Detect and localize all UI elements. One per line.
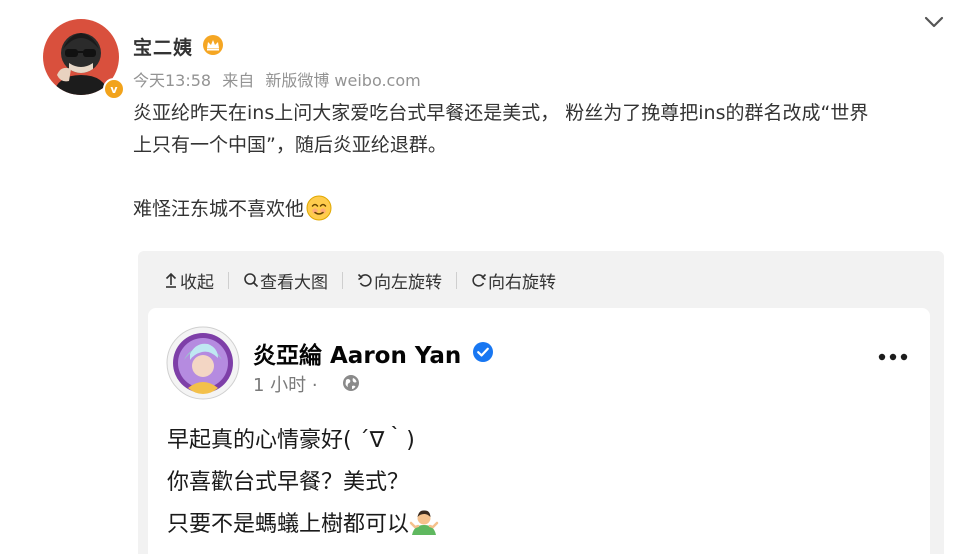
view-large-button[interactable]: 查看大图	[243, 268, 328, 293]
rotate-right-label: 向右旋转	[488, 272, 556, 293]
embedded-line-2: 你喜歡台式早餐？美式？	[167, 470, 410, 495]
author-name[interactable]: 宝二姨	[133, 33, 193, 60]
verified-check-icon	[473, 342, 493, 362]
embedded-author-name: 炎亞綸 Aaron Yan	[253, 343, 462, 369]
magnifier-icon	[244, 273, 259, 288]
verified-badge-icon: v	[103, 78, 125, 100]
post-time[interactable]: 今天13:58	[133, 71, 211, 90]
toolbar-divider	[456, 271, 457, 289]
rotate-left-button[interactable]: 向左旋转	[357, 268, 442, 293]
author-avatar[interactable]: v	[43, 19, 125, 100]
more-options-icon	[878, 353, 908, 361]
collapse-button[interactable]: 收起	[163, 268, 214, 293]
embedded-post-time: 1 小时 ·	[253, 375, 318, 396]
post-meta: 今天13:58 来自 新版微博 weibo.com	[133, 67, 427, 91]
source-prefix: 来自	[222, 71, 255, 90]
embedded-post-text: 早起真的心情豪好( ´∇｀) 你喜歡台式早餐？美式？ 只要不是螞蟻上樹都可以	[167, 420, 439, 546]
smile-emoji-icon	[306, 195, 332, 221]
content-line-1: 炎亚纶昨天在ins上问大家爱吃台式早餐还是美式， 粉丝为了挽尊把ins的群名改成…	[133, 102, 869, 124]
embedded-author-avatar	[166, 326, 240, 400]
toolbar-divider	[342, 271, 343, 289]
toolbar-divider	[228, 271, 229, 289]
image-toolbar: 收起 查看大图 向左旋转 向右旋转	[163, 268, 556, 293]
embedded-line-1: 早起真的心情豪好( ´∇｀)	[167, 428, 415, 453]
content-line-2: 上只有一个中国”，随后炎亚纶退群。	[133, 134, 447, 156]
post-source[interactable]: 新版微博 weibo.com	[265, 71, 420, 90]
post-content: 炎亚纶昨天在ins上问大家爱吃台式早餐还是美式， 粉丝为了挽尊把ins的群名改成…	[133, 97, 943, 225]
crown-icon[interactable]	[202, 34, 224, 56]
view-large-label: 查看大图	[260, 272, 328, 293]
globe-icon	[343, 375, 359, 391]
rotate-right-icon	[472, 273, 487, 287]
embedded-line-3: 只要不是螞蟻上樹都可以	[167, 504, 439, 546]
embedded-line-3-text: 只要不是螞蟻上樹都可以	[167, 512, 410, 537]
arrow-up-icon	[165, 272, 177, 288]
rotate-right-button[interactable]: 向右旋转	[471, 268, 556, 293]
content-line-3-text: 难怪汪东城不喜欢他	[133, 198, 305, 220]
shrug-emoji-icon	[409, 510, 439, 535]
rotate-left-icon	[357, 273, 372, 287]
chevron-down-icon[interactable]	[922, 12, 946, 32]
rotate-left-label: 向左旋转	[374, 272, 442, 293]
content-line-3: 难怪汪东城不喜欢他	[133, 193, 943, 225]
collapse-label: 收起	[180, 272, 214, 293]
